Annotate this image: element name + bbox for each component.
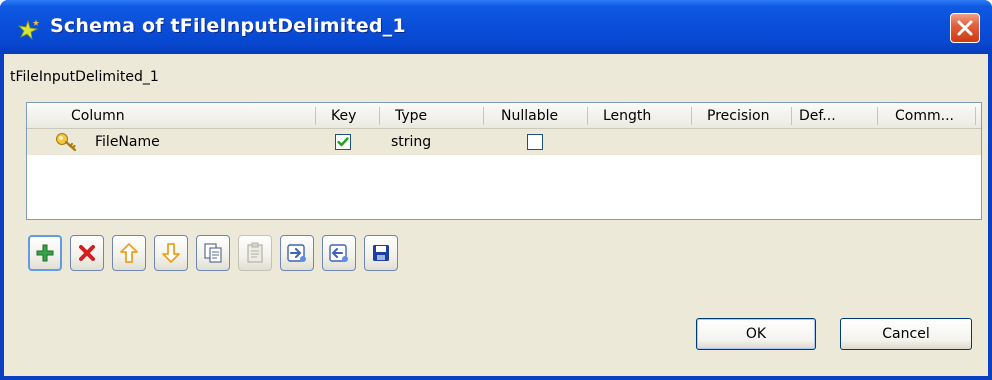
header-separator	[315, 107, 316, 125]
header-separator	[975, 107, 976, 125]
move-down-icon	[162, 243, 180, 263]
header-default[interactable]: Def...	[799, 103, 836, 129]
save-icon	[373, 245, 389, 261]
cell-type[interactable]: string	[391, 129, 431, 155]
nullable-checkbox[interactable]	[527, 134, 543, 150]
header-key[interactable]: Key	[331, 103, 356, 129]
sparkle-icon	[17, 19, 40, 41]
paste-button[interactable]	[238, 235, 272, 271]
window-title: Schema of tFileInputDelimited_1	[50, 15, 406, 37]
header-separator	[587, 107, 588, 125]
header-precision[interactable]: Precision	[707, 103, 769, 129]
move-up-icon	[120, 243, 138, 263]
table-row[interactable]: FileName string	[27, 129, 981, 155]
ok-button[interactable]: OK	[696, 318, 816, 350]
dialog-body: tFileInputDelimited_1 Column Key Type Nu…	[4, 54, 988, 376]
export-icon	[329, 244, 348, 262]
add-icon	[36, 244, 54, 262]
cell-column-name[interactable]: FileName	[95, 129, 160, 155]
header-separator	[483, 107, 484, 125]
dialog-window: Schema of tFileInputDelimited_1 tFileInp…	[0, 0, 992, 380]
close-icon	[957, 20, 973, 36]
export-button[interactable]	[322, 235, 356, 271]
copy-button[interactable]	[196, 235, 230, 271]
copy-icon	[204, 243, 222, 263]
component-name-label: tFileInputDelimited_1	[10, 69, 159, 85]
header-column[interactable]: Column	[71, 103, 125, 129]
key-checkbox[interactable]	[335, 134, 351, 150]
header-separator	[877, 107, 878, 125]
table-header: Column Key Type Nullable Length Precisio…	[27, 103, 981, 129]
delete-button[interactable]	[70, 235, 104, 271]
import-icon	[287, 244, 306, 262]
header-type[interactable]: Type	[395, 103, 427, 129]
header-separator	[691, 107, 692, 125]
key-icon	[56, 133, 77, 152]
header-comment[interactable]: Comm...	[895, 103, 954, 129]
header-length[interactable]: Length	[603, 103, 651, 129]
checkmark-icon	[337, 137, 349, 147]
paste-icon	[247, 242, 263, 263]
header-separator	[791, 107, 792, 125]
header-nullable[interactable]: Nullable	[501, 103, 558, 129]
delete-icon	[79, 245, 95, 261]
schema-table[interactable]: Column Key Type Nullable Length Precisio…	[26, 102, 982, 220]
cancel-button[interactable]: Cancel	[840, 318, 972, 350]
save-button[interactable]	[364, 235, 398, 271]
move-up-button[interactable]	[112, 235, 146, 271]
move-down-button[interactable]	[154, 235, 188, 271]
close-button[interactable]	[950, 13, 980, 43]
import-button[interactable]	[280, 235, 314, 271]
add-button[interactable]	[28, 235, 62, 271]
title-bar[interactable]: Schema of tFileInputDelimited_1	[0, 0, 992, 54]
header-separator	[379, 107, 380, 125]
